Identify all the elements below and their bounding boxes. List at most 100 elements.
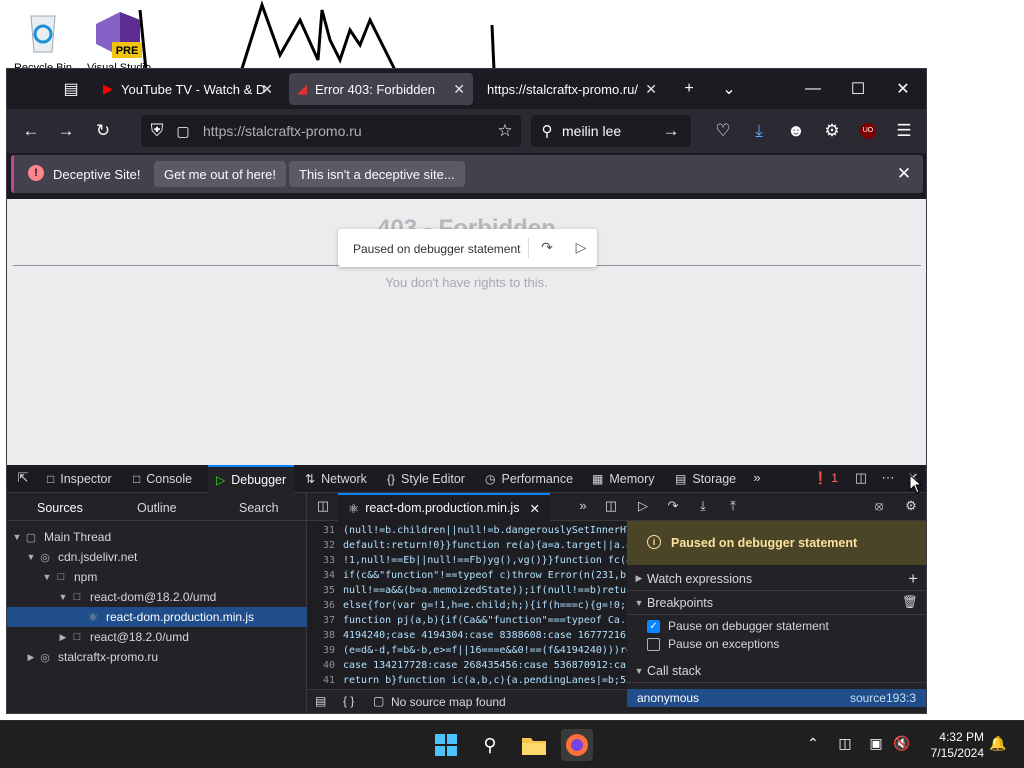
trash-icon[interactable]: 🗑 (902, 595, 918, 610)
url-text[interactable]: https://stalcraftx-promo.ru (203, 123, 362, 139)
checkbox-checked-icon[interactable]: ✓ (647, 619, 660, 633)
deactivate-breakpoints-icon[interactable]: ⦻ (869, 498, 889, 516)
file-explorer-icon[interactable] (518, 729, 550, 761)
code-line[interactable]: 40 case 134217728:case 268435456:case 536… (307, 660, 627, 675)
shield-icon[interactable]: ⛨ (145, 119, 169, 143)
extensions-icon[interactable]: ⚙ (820, 119, 844, 143)
close-icon[interactable]: ✕ (453, 81, 465, 98)
code-line[interactable]: 41 return b}function ic(a,b,c){a.pendingL… (307, 675, 627, 685)
code-line[interactable]: 32 default:return!0}}function re(a){a=a.t… (307, 540, 627, 555)
element-picker-icon[interactable]: ⇱ (13, 470, 33, 488)
code-line[interactable]: 35 null!==a&&(b=a.memoizedState));if(null… (307, 585, 627, 600)
tab-inspector[interactable]: □ Inspector (47, 465, 112, 493)
step-in-icon[interactable]: ⤓ (693, 498, 713, 516)
tree-item-react[interactable]: ▶ □ react@18.2.0/umd (7, 627, 307, 647)
tab-style-editor[interactable]: {} Style Editor (387, 465, 465, 493)
tree-item-main-thread[interactable]: ▼ ▢ Main Thread (7, 527, 307, 547)
search-bar[interactable]: ⚲ meilin lee → (531, 115, 691, 147)
tree-item-stalcraftx[interactable]: ▶ ◎ stalcraftx-promo.ru (7, 647, 307, 667)
toggle-right-pane-icon[interactable]: ◫ (601, 498, 621, 516)
step-over-icon[interactable]: ↷ (663, 498, 683, 516)
bookmark-star-icon[interactable]: ☆ (493, 119, 517, 143)
close-window-icon[interactable]: ✕ (883, 75, 923, 103)
downloads-icon[interactable]: ⤓ (747, 119, 771, 143)
page-info-icon[interactable]: ▢ (171, 119, 195, 143)
watch-expressions-header[interactable]: ▶ Watch expressions + (627, 567, 926, 591)
search-go-icon[interactable]: → (659, 119, 683, 143)
tree-item-cdn[interactable]: ▼ ◎ cdn.jsdelivr.net (7, 547, 307, 567)
network-off-icon[interactable]: ◫ (835, 735, 855, 755)
resume-icon[interactable]: ▷ (572, 239, 590, 257)
tab-youtube[interactable]: ▶ YouTube TV - Watch & D ✕ (95, 73, 281, 105)
url-bar[interactable]: ⛨ ▢ https://stalcraftx-promo.ru ☆ (141, 115, 521, 147)
call-stack-header[interactable]: ▼ Call stack (627, 659, 926, 683)
volume-muted-icon[interactable]: 🔇 (892, 735, 912, 755)
tab-network[interactable]: ⇅ Network (305, 465, 367, 493)
pretty-print-icon[interactable]: ▤ (315, 694, 326, 708)
code-line[interactable]: 38 4194240;case 4194304:case 8388608:case… (307, 630, 627, 645)
tab-storage[interactable]: ▤ Storage (675, 465, 736, 493)
minimize-icon[interactable]: — (793, 75, 833, 103)
code-lines[interactable]: 31 (null!=b.children||null!=b.dangerously… (307, 525, 627, 685)
chevron-up-icon[interactable]: ⌃ (803, 735, 823, 755)
tab-overview-icon[interactable]: ▤ (51, 75, 91, 103)
new-tab-icon[interactable]: + (669, 75, 709, 103)
tab-debugger[interactable]: ▷ Debugger (208, 465, 295, 493)
code-line[interactable]: 31 (null!=b.children||null!=b.dangerously… (307, 525, 627, 540)
pause-on-debugger-checkbox[interactable]: ✓ Pause on debugger statement (647, 617, 829, 635)
more-editor-tabs-icon[interactable]: » (573, 498, 593, 516)
pause-on-exceptions-checkbox[interactable]: Pause on exceptions (647, 635, 779, 653)
resume-icon[interactable]: ▷ (633, 498, 653, 516)
code-line[interactable]: 34 if(c&&"function"!==typeof c)throw Erro… (307, 570, 627, 585)
step-over-icon[interactable]: ↷ (538, 239, 556, 257)
maximize-icon[interactable]: ☐ (838, 75, 878, 103)
search-input[interactable]: meilin lee (562, 123, 621, 139)
forward-icon[interactable]: → (54, 119, 78, 143)
toggle-sources-icon[interactable]: ◫ (313, 498, 333, 516)
code-line[interactable]: 36 else{for(var g=!1,h=e.child;h;){if(h==… (307, 600, 627, 615)
code-line[interactable]: 39 (e=d&-d,f=b&-b,e>=f||16===e&&0!==(f&41… (307, 645, 627, 660)
menu-icon[interactable]: ☰ (892, 119, 916, 143)
devtools-options-icon[interactable]: ⋯ (878, 470, 898, 488)
visual-studio-desktop-icon[interactable]: PRE Visual Studio (84, 8, 154, 74)
error-count-badge[interactable]: ❗ 1 (813, 471, 838, 485)
tab-search[interactable]: Search (239, 501, 279, 515)
checkbox-unchecked-icon[interactable] (647, 637, 660, 651)
braces-icon[interactable]: { } (343, 694, 354, 708)
code-line[interactable]: 37 function pj(a,b){if(Ca&&"function"===t… (307, 615, 627, 630)
recycle-bin-desktop-icon[interactable]: Recycle Bin (8, 8, 78, 74)
tree-item-react-dom-file[interactable]: ⚛ react-dom.production.min.js (7, 607, 307, 627)
back-icon[interactable]: ← (19, 119, 43, 143)
pocket-icon[interactable]: ♡ (711, 119, 735, 143)
clock[interactable]: 4:32 PM 7/15/2024 (922, 729, 984, 761)
code-line[interactable]: 33 !1,null!==Eb||null!==Fb)yg(),vg()}}fun… (307, 555, 627, 570)
tab-performance[interactable]: ◷ Performance (485, 465, 573, 493)
account-icon[interactable]: ☻ (784, 119, 808, 143)
breakpoints-header[interactable]: ▼ Breakpoints 🗑 (627, 591, 926, 615)
tree-item-react-dom[interactable]: ▼ □ react-dom@18.2.0/umd (7, 587, 307, 607)
notification-bell-icon[interactable]: 🔔 (988, 735, 1008, 755)
step-out-icon[interactable]: ⤒ (723, 498, 743, 516)
tab-console[interactable]: □ Console (133, 465, 192, 493)
tab-stalcraftx[interactable]: https://stalcraftx-promo.ru/ ✕ (479, 73, 665, 105)
more-tabs-chevron-icon[interactable]: » (747, 470, 767, 488)
list-all-tabs-icon[interactable]: ⌄ (709, 75, 749, 103)
display-icon[interactable]: ▣ (866, 735, 886, 755)
add-watch-icon[interactable]: + (908, 569, 918, 589)
close-icon[interactable]: ✕ (529, 501, 539, 516)
call-stack-frame[interactable]: anonymous source193:3 (627, 689, 926, 707)
tab-error-403[interactable]: ◢ Error 403: Forbidden ✕ (289, 73, 473, 105)
editor-tab-react-dom[interactable]: ⚛ react-dom.production.min.js ✕ (338, 493, 550, 521)
close-icon[interactable]: ✕ (261, 81, 273, 98)
get-me-out-button[interactable]: Get me out of here! (154, 161, 287, 187)
search-icon[interactable]: ⚲ (474, 729, 506, 761)
tab-sources[interactable]: Sources (37, 501, 83, 515)
reload-icon[interactable]: ↻ (91, 119, 115, 143)
close-notification-icon[interactable]: ✕ (892, 162, 916, 186)
debugger-settings-icon[interactable]: ⚙ (901, 498, 921, 516)
start-button[interactable] (430, 729, 462, 761)
tab-memory[interactable]: ▦ Memory (592, 465, 655, 493)
ublock-origin-icon[interactable]: UO (856, 119, 880, 143)
not-deceptive-button[interactable]: This isn't a deceptive site... (289, 161, 465, 187)
tree-item-npm[interactable]: ▼ □ npm (7, 567, 307, 587)
